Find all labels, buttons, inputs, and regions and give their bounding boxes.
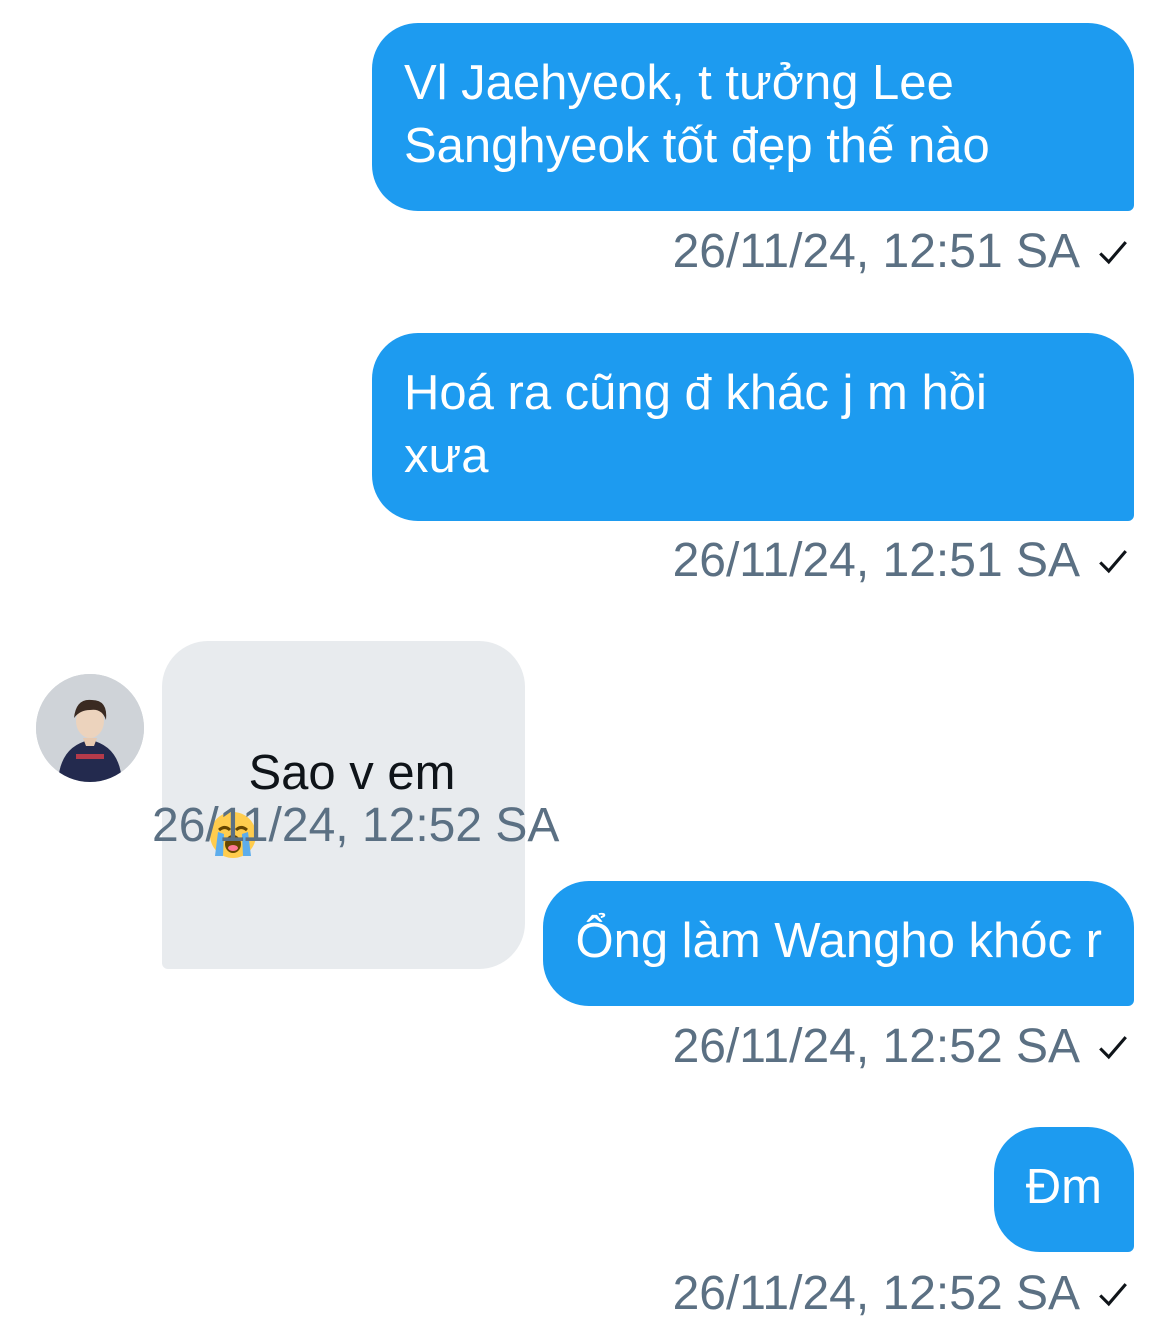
message-bubble-sent[interactable]: Vl Jaehyeok, t tưởng Lee Sanghyeok tốt đ… [372,23,1134,211]
message-meta: 26/11/24, 12:51 SA [673,531,1130,591]
check-icon [1099,241,1127,265]
message-bubble-sent[interactable]: Ổng làm Wangho khóc r [543,881,1134,1006]
check-icon [1099,1283,1127,1307]
check-icon [1099,550,1127,574]
message-meta: 26/11/24, 12:52 SA [152,796,559,856]
message-meta: 26/11/24, 12:52 SA [673,1264,1130,1324]
message-bubble-sent[interactable]: Đm [993,1127,1134,1252]
message-text: Sao v em [248,746,456,800]
message-timestamp: 26/11/24, 12:52 SA [672,1267,1080,1320]
check-icon [1099,1036,1127,1060]
message-meta: 26/11/24, 12:52 SA [673,1017,1130,1077]
message-meta: 26/11/24, 12:51 SA [673,222,1130,282]
conversation-thread: Vl Jaehyeok, t tưởng Lee Sanghyeok tốt đ… [0,0,1170,1335]
message-timestamp: 26/11/24, 12:52 SA [672,1020,1080,1073]
avatar[interactable] [36,674,144,782]
avatar-image [36,674,144,782]
message-timestamp: 26/11/24, 12:51 SA [672,534,1080,587]
message-bubble-sent[interactable]: Hoá ra cũng đ khác j m hồi xưa [372,333,1134,521]
message-timestamp: 26/11/24, 12:52 SA [152,799,560,852]
message-timestamp: 26/11/24, 12:51 SA [672,225,1080,278]
